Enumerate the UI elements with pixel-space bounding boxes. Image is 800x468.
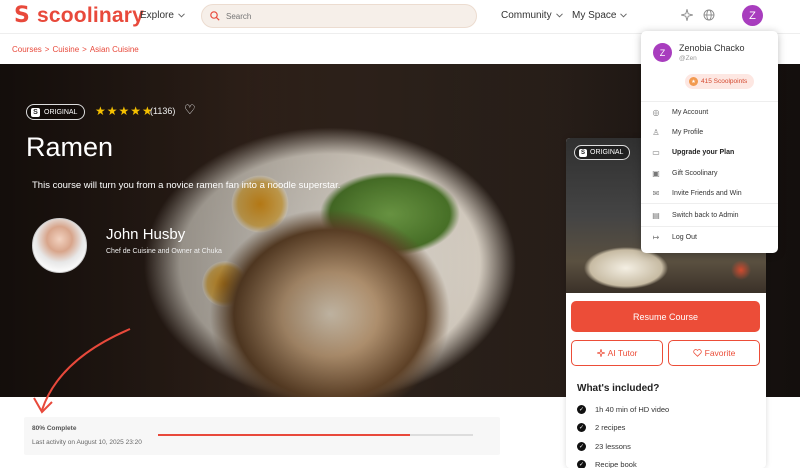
included-item-label: 1h 40 min of HD video bbox=[595, 405, 670, 414]
menu-item-label: Upgrade your Plan bbox=[672, 148, 735, 156]
nav-my-space[interactable]: My Space bbox=[572, 10, 628, 21]
check-icon: ✓ bbox=[577, 460, 586, 468]
chef-role: Chef de Cuisine and Owner at Chuka bbox=[106, 248, 222, 255]
included-title: What's included? bbox=[577, 383, 660, 394]
included-item: ✓ 23 lessons bbox=[577, 442, 631, 451]
nav-my-space-label: My Space bbox=[572, 10, 617, 21]
divider bbox=[641, 226, 778, 227]
check-icon: ✓ bbox=[577, 405, 586, 414]
nav-community[interactable]: Community bbox=[501, 10, 563, 21]
user-avatar: Z bbox=[653, 43, 672, 62]
check-icon: ✓ bbox=[577, 423, 586, 432]
course-progress: 80% Complete Last activity on August 10,… bbox=[24, 417, 500, 455]
annotation-arrow bbox=[33, 328, 131, 414]
sparkle-icon bbox=[596, 349, 605, 357]
sparkle-icon[interactable] bbox=[681, 9, 693, 21]
scoolinary-icon: S bbox=[579, 148, 587, 157]
rating-count: (1136) bbox=[150, 106, 176, 116]
logo-text: scoolinary bbox=[37, 4, 145, 27]
user-circle-icon: ◎ bbox=[652, 107, 660, 117]
scoolpoints-label: 415 Scoolpoints bbox=[701, 78, 748, 85]
menu-item-label: My Profile bbox=[672, 128, 704, 136]
chef-name[interactable]: John Husby bbox=[106, 226, 185, 243]
menu-item-gift-scoolinary[interactable]: ▣ Gift Scoolinary bbox=[651, 166, 718, 180]
rating-stars: ★★★★★ bbox=[95, 104, 154, 118]
scoolpoints-badge[interactable]: ★ 415 Scoolpoints bbox=[685, 74, 755, 89]
divider bbox=[641, 101, 778, 102]
heart-icon bbox=[692, 349, 702, 357]
ai-tutor-label: AI Tutor bbox=[607, 348, 638, 358]
included-item: ✓ Recipe book bbox=[577, 460, 637, 468]
user-icon: ♙ bbox=[652, 127, 660, 137]
logout-icon: ↦ bbox=[652, 232, 660, 242]
invite-icon: ✉ bbox=[652, 188, 660, 198]
search-bar[interactable] bbox=[201, 4, 477, 28]
included-item-label: 2 recipes bbox=[595, 423, 626, 432]
scoolinary-icon: S bbox=[31, 107, 40, 117]
original-badge: S ORIGINAL bbox=[574, 145, 631, 160]
progress-fill bbox=[158, 434, 410, 436]
gift-icon: ▣ bbox=[652, 168, 660, 178]
original-badge-label: ORIGINAL bbox=[44, 108, 78, 116]
last-activity: Last activity on August 10, 2025 23:20 bbox=[32, 439, 142, 446]
heart-icon[interactable]: ♡ bbox=[184, 103, 196, 118]
logo-icon: S bbox=[14, 3, 30, 28]
nav-community-label: Community bbox=[501, 10, 552, 21]
menu-item-label: Invite Friends and Win bbox=[672, 189, 742, 197]
menu-item-label: Switch back to Admin bbox=[672, 211, 739, 219]
original-badge: S ORIGINAL bbox=[26, 104, 86, 120]
chevron-down-icon bbox=[178, 13, 185, 18]
menu-item-label: Log Out bbox=[672, 233, 697, 241]
check-icon: ✓ bbox=[577, 442, 586, 451]
resume-course-button[interactable]: Resume Course bbox=[571, 301, 760, 332]
menu-item-my-account[interactable]: ◎ My Account bbox=[651, 105, 709, 119]
menu-item-log-out[interactable]: ↦ Log Out bbox=[651, 230, 697, 244]
menu-item-label: My Account bbox=[672, 108, 709, 116]
user-handle: @Zen bbox=[679, 55, 697, 62]
ai-tutor-button[interactable]: AI Tutor bbox=[571, 340, 663, 366]
chevron-down-icon bbox=[555, 13, 563, 18]
nav-explore-label: Explore bbox=[140, 10, 174, 21]
menu-item-my-profile[interactable]: ♙ My Profile bbox=[651, 125, 703, 139]
search-icon bbox=[210, 11, 220, 21]
chevron-down-icon bbox=[620, 13, 628, 18]
chef-avatar[interactable] bbox=[32, 218, 87, 273]
breadcrumb-asian-cuisine[interactable]: Asian Cuisine bbox=[90, 45, 139, 54]
menu-item-switch-admin[interactable]: ▤ Switch back to Admin bbox=[651, 208, 739, 222]
included-item-label: 23 lessons bbox=[595, 442, 631, 451]
progress-track bbox=[158, 434, 473, 436]
breadcrumb-separator: > bbox=[82, 45, 87, 54]
menu-item-label: Gift Scoolinary bbox=[672, 169, 718, 177]
favorite-label: Favorite bbox=[704, 348, 736, 358]
breadcrumb-cuisine[interactable]: Cuisine bbox=[52, 45, 79, 54]
user-avatar[interactable]: Z bbox=[742, 5, 763, 26]
included-item-label: Recipe book bbox=[595, 460, 637, 468]
included-item: ✓ 2 recipes bbox=[577, 423, 625, 432]
favorite-button[interactable]: Favorite bbox=[668, 340, 760, 366]
user-menu-dropdown: Z Zenobia Chacko @Zen ★ 415 Scoolpoints … bbox=[641, 31, 778, 253]
user-name: Zenobia Chacko bbox=[679, 43, 745, 53]
top-navbar: S scoolinary Explore Community My Space … bbox=[0, 0, 800, 34]
search-input[interactable] bbox=[226, 11, 466, 21]
divider bbox=[641, 203, 778, 204]
original-badge-label: ORIGINAL bbox=[590, 149, 624, 156]
menu-item-upgrade-plan[interactable]: ▭ Upgrade your Plan bbox=[651, 145, 734, 159]
breadcrumb-separator: > bbox=[44, 45, 50, 54]
breadcrumb-courses[interactable]: Courses bbox=[12, 45, 42, 54]
nav-explore[interactable]: Explore bbox=[140, 10, 185, 21]
globe-icon[interactable] bbox=[703, 9, 715, 21]
included-item: ✓ 1h 40 min of HD video bbox=[577, 405, 669, 414]
course-title: Ramen bbox=[26, 132, 114, 162]
bag-icon: ▭ bbox=[652, 147, 660, 157]
progress-label: 80% Complete bbox=[32, 425, 77, 432]
menu-item-invite-friends[interactable]: ✉ Invite Friends and Win bbox=[651, 186, 742, 200]
medal-icon: ★ bbox=[689, 77, 698, 86]
course-description: This course will turn you from a novice … bbox=[32, 180, 341, 191]
breadcrumb: Courses > Cuisine > Asian Cuisine bbox=[12, 45, 139, 54]
logo[interactable]: S scoolinary bbox=[14, 4, 144, 28]
admin-icon: ▤ bbox=[652, 210, 660, 220]
